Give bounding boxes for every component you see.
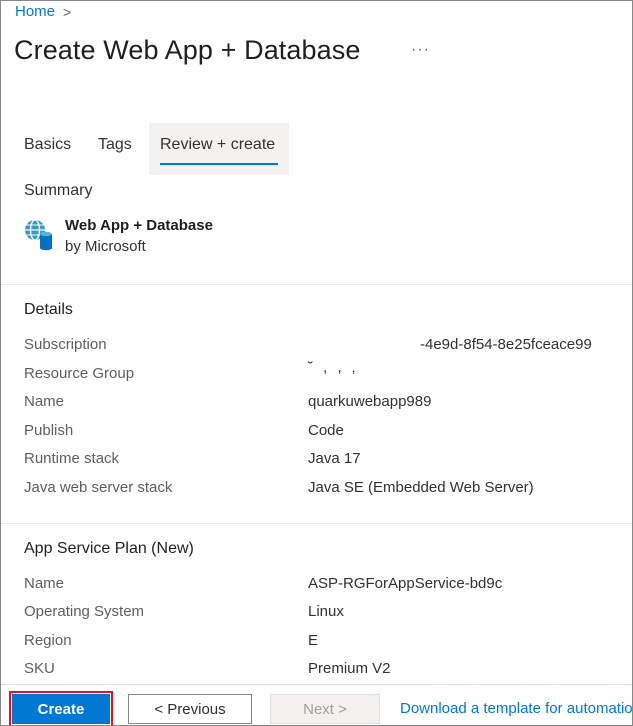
- tab-review-create[interactable]: Review + create: [149, 123, 289, 175]
- detail-value: Java 17: [308, 450, 361, 467]
- plan-key: Operating System: [24, 603, 145, 620]
- detail-row-publish: Publish Code: [24, 422, 624, 444]
- detail-key: Subscription: [24, 336, 107, 353]
- tab-tags[interactable]: Tags: [98, 136, 132, 176]
- plan-row-region: Region E: [24, 632, 624, 654]
- plan-row-sku: SKU Premium V2: [24, 660, 624, 682]
- detail-row-runtime-stack: Runtime stack Java 17: [24, 450, 624, 472]
- plan-row-name: Name ASP-RGForAppService-bd9c: [24, 575, 624, 597]
- download-template-link[interactable]: Download a template for automation: [400, 700, 632, 717]
- detail-key: Name: [24, 393, 65, 410]
- plan-value: ASP-RGForAppService-bd9c: [308, 575, 503, 592]
- tab-basics[interactable]: Basics: [24, 136, 71, 176]
- breadcrumb: Home >: [15, 3, 71, 20]
- product-publisher: by Microsoft: [65, 238, 146, 255]
- previous-button[interactable]: < Previous: [128, 694, 252, 724]
- product-name: Web App + Database: [65, 217, 213, 234]
- create-web-app-blade: Home > Create Web App + Database ··· Bas…: [0, 0, 633, 726]
- chevron-right-icon: >: [63, 3, 72, 20]
- breadcrumb-home-link[interactable]: Home: [15, 3, 55, 20]
- plan-row-operating-system: Operating System Linux: [24, 603, 624, 625]
- detail-row-name: Name quarkuwebapp989: [24, 393, 624, 415]
- plan-key: SKU: [24, 660, 55, 677]
- create-button[interactable]: Create: [9, 691, 113, 725]
- more-options-icon[interactable]: ···: [411, 41, 430, 59]
- detail-key: Runtime stack: [24, 450, 120, 467]
- detail-value: -4e9d-8f54-8e25fceace99: [420, 336, 592, 353]
- detail-value: ˘ , , ‚: [308, 359, 359, 376]
- plan-value: Premium V2: [308, 660, 391, 677]
- summary-heading: Summary: [24, 182, 93, 199]
- divider: [1, 284, 632, 285]
- footer-action-bar: Create < Previous Next > Download a temp…: [1, 684, 632, 725]
- divider: [1, 523, 632, 524]
- plan-value: Linux: [308, 603, 344, 620]
- detail-row-resource-group: Resource Group ˘ , , ‚: [24, 359, 624, 387]
- detail-key: Publish: [24, 422, 74, 439]
- product-summary: Web App + Database by Microsoft: [23, 217, 213, 255]
- app-service-plan-heading: App Service Plan (New): [24, 540, 194, 557]
- tab-review-create-label: Review + create: [160, 136, 276, 153]
- detail-value: quarkuwebapp989: [308, 393, 432, 410]
- detail-key: Java web server stack: [24, 479, 173, 496]
- detail-value: Java SE (Embedded Web Server): [308, 479, 534, 496]
- detail-key: Resource Group: [24, 365, 135, 382]
- detail-value: Code: [308, 422, 344, 439]
- web-app-database-icon: [23, 217, 55, 251]
- plan-key: Name: [24, 575, 65, 592]
- detail-row-subscription: Subscription -4e9d-8f54-8e25fceace99: [24, 336, 624, 358]
- plan-key: Region: [24, 632, 72, 649]
- plan-value: E: [308, 632, 319, 649]
- tab-bar: Basics Tags Review + create: [1, 123, 632, 176]
- next-button[interactable]: Next >: [270, 694, 380, 724]
- page-title: Create Web App + Database: [14, 35, 361, 65]
- detail-row-java-web-server-stack: Java web server stack Java SE (Embedded …: [24, 479, 624, 501]
- details-heading: Details: [24, 301, 73, 318]
- active-tab-indicator: [160, 163, 278, 165]
